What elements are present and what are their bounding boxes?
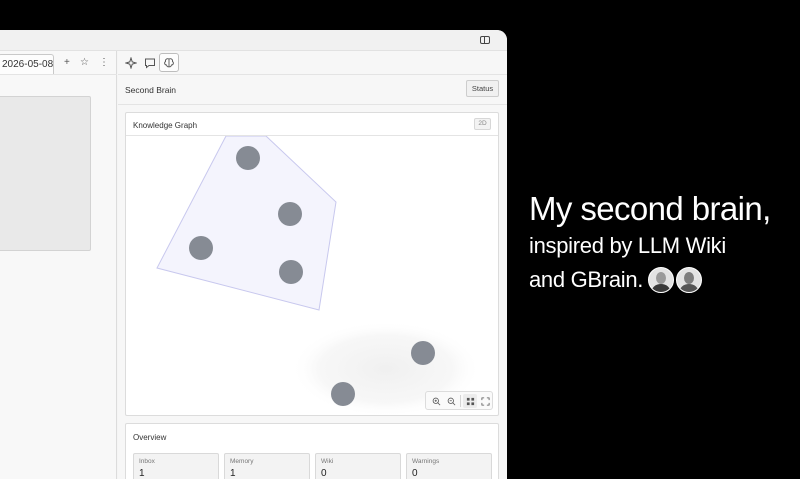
graph-header: Knowledge Graph 2D — [126, 113, 498, 136]
sidebar-toggle-icon[interactable] — [480, 36, 490, 44]
app-window: 2026-05-08T0 + ☆ ⋮ Second Brain Status — [0, 30, 507, 479]
right-pane: Second Brain Status Knowledge Graph 2D O… — [118, 51, 507, 479]
graph-node[interactable] — [411, 341, 435, 365]
date-tab[interactable]: 2026-05-08T0 — [0, 54, 54, 74]
sparkles-icon[interactable] — [121, 53, 141, 72]
graph-node[interactable] — [189, 236, 213, 260]
panel-title: Second Brain — [125, 85, 177, 95]
overview-card: Overview Inbox 1 Memory 1 Wiki 0 Warning… — [125, 423, 499, 479]
graph-node[interactable] — [278, 202, 302, 226]
panel-header: Second Brain Status — [118, 75, 507, 105]
stat-label: Inbox — [139, 458, 155, 465]
zoom-in-icon[interactable] — [429, 394, 443, 408]
chat-icon[interactable] — [140, 53, 160, 72]
graph-title: Knowledge Graph — [133, 121, 198, 130]
stat-value: 1 — [139, 468, 145, 479]
headline-line-3: and GBrain. — [529, 267, 644, 292]
avatar — [676, 267, 703, 293]
stat-value: 1 — [230, 468, 236, 479]
add-tab-icon[interactable]: + — [64, 57, 70, 69]
stat-warnings[interactable]: Warnings 0 — [406, 453, 492, 479]
graph-zoom-controls — [425, 391, 493, 410]
left-content-panel — [0, 96, 91, 251]
overview-title: Overview — [133, 433, 167, 442]
stat-memory[interactable]: Memory 1 — [224, 453, 310, 479]
graph-node[interactable] — [279, 260, 303, 284]
graph-mode-badge[interactable]: 2D — [474, 118, 491, 130]
stat-label: Warnings — [412, 458, 440, 465]
stat-value: 0 — [321, 468, 327, 479]
stat-label: Wiki — [321, 458, 334, 465]
graph-node[interactable] — [236, 146, 260, 170]
fullscreen-icon[interactable] — [478, 394, 492, 408]
title-bar — [0, 30, 507, 51]
stat-wiki[interactable]: Wiki 0 — [315, 453, 401, 479]
brain-icon[interactable] — [159, 53, 179, 72]
status-button[interactable]: Status — [466, 80, 499, 97]
panel-icon-bar — [118, 51, 507, 75]
stat-label: Memory — [230, 458, 254, 465]
avatar — [648, 267, 675, 293]
knowledge-graph-card: Knowledge Graph 2D — [125, 112, 499, 416]
stat-inbox[interactable]: Inbox 1 — [133, 453, 219, 479]
star-icon[interactable]: ☆ — [80, 57, 89, 69]
left-pane: 2026-05-08T0 + ☆ ⋮ — [0, 51, 117, 479]
headline-line-2: inspired by LLM Wiki — [529, 233, 726, 258]
zoom-out-icon[interactable] — [444, 394, 458, 408]
more-icon[interactable]: ⋮ — [99, 57, 109, 69]
headline-line-3-row: and GBrain. — [529, 263, 771, 297]
zoom-divider — [460, 395, 461, 407]
left-tab-bar: 2026-05-08T0 + ☆ ⋮ — [0, 51, 117, 75]
stat-value: 0 — [412, 468, 418, 479]
layout-grid-icon[interactable] — [463, 394, 477, 408]
graph-canvas[interactable] — [126, 136, 498, 415]
graph-node[interactable] — [331, 382, 355, 406]
headline-line-1: My second brain, — [529, 190, 771, 227]
headline: My second brain, inspired by LLM Wiki an… — [529, 189, 771, 297]
